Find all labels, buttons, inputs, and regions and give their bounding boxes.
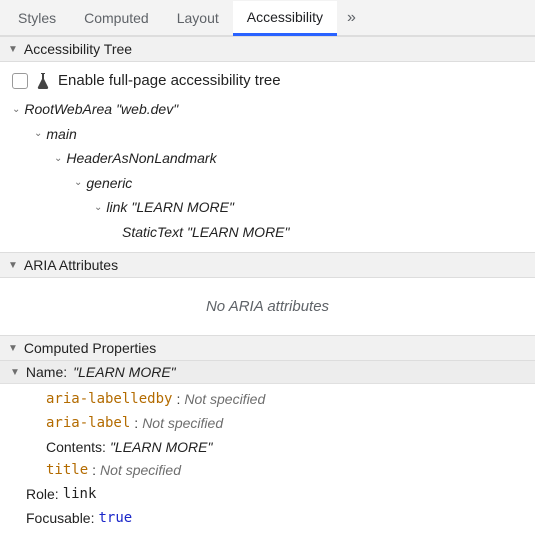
tree-node-statictext[interactable]: StaticText "LEARN MORE" — [12, 220, 523, 245]
tree-node-rootwebarea[interactable]: ⌄ RootWebArea "web.dev" — [12, 97, 523, 122]
prop-focusable: Focusable: true — [10, 507, 525, 531]
tree-node-generic[interactable]: ⌄ generic — [12, 171, 523, 196]
tab-layout[interactable]: Layout — [163, 0, 233, 35]
computed-name-label: Name: — [26, 364, 67, 380]
caret-down-icon: ▼ — [10, 367, 20, 378]
prop-contents: Contents: "LEARN MORE" — [10, 436, 525, 460]
enable-fullpage-label: Enable full-page accessibility tree — [58, 72, 281, 89]
flask-icon — [36, 73, 50, 89]
caret-down-icon: ▼ — [8, 44, 18, 55]
caret-down-icon: ⌄ — [12, 101, 20, 119]
prop-role: Role: link — [10, 483, 525, 507]
section-header-accessibility-tree[interactable]: ▼ Accessibility Tree — [0, 36, 535, 62]
tab-computed[interactable]: Computed — [70, 0, 163, 35]
prop-title: title: Not specified — [10, 459, 525, 483]
tabs-overflow-button[interactable]: » — [337, 9, 366, 27]
caret-down-icon: ⌄ — [34, 125, 42, 143]
accessibility-tree: ⌄ RootWebArea "web.dev" ⌄ main ⌄ HeaderA… — [12, 97, 523, 244]
prop-aria-label: aria-label: Not specified — [10, 412, 525, 436]
accessibility-tree-body: Enable full-page accessibility tree ⌄ Ro… — [0, 62, 535, 252]
section-header-aria[interactable]: ▼ ARIA Attributes — [0, 252, 535, 278]
tab-accessibility[interactable]: Accessibility — [233, 1, 337, 36]
enable-fullpage-checkbox[interactable] — [12, 73, 28, 89]
computed-name-value: "LEARN MORE" — [73, 364, 176, 380]
caret-down-icon: ⌄ — [74, 174, 82, 192]
tree-node-main[interactable]: ⌄ main — [12, 122, 523, 147]
aria-body: No ARIA attributes — [0, 278, 535, 335]
section-title: ARIA Attributes — [24, 257, 118, 273]
computed-properties-body: aria-labelledby: Not specified aria-labe… — [0, 384, 535, 541]
section-header-computed[interactable]: ▼ Computed Properties — [0, 335, 535, 361]
prop-aria-labelledby: aria-labelledby: Not specified — [10, 388, 525, 412]
tree-node-header[interactable]: ⌄ HeaderAsNonLandmark — [12, 146, 523, 171]
tree-node-link[interactable]: ⌄ link "LEARN MORE" — [12, 195, 523, 220]
caret-down-icon: ▼ — [8, 343, 18, 354]
enable-fullpage-row[interactable]: Enable full-page accessibility tree — [12, 70, 523, 97]
section-title: Computed Properties — [24, 340, 156, 356]
caret-down-icon: ⌄ — [54, 150, 62, 168]
tab-styles[interactable]: Styles — [4, 0, 70, 35]
section-title: Accessibility Tree — [24, 41, 132, 57]
computed-name-row[interactable]: ▼ Name: "LEARN MORE" — [0, 361, 535, 384]
caret-down-icon: ⌄ — [94, 199, 102, 217]
aria-empty-message: No ARIA attributes — [12, 286, 523, 327]
caret-down-icon: ▼ — [8, 260, 18, 271]
devtools-tabbar: Styles Computed Layout Accessibility » — [0, 0, 535, 36]
